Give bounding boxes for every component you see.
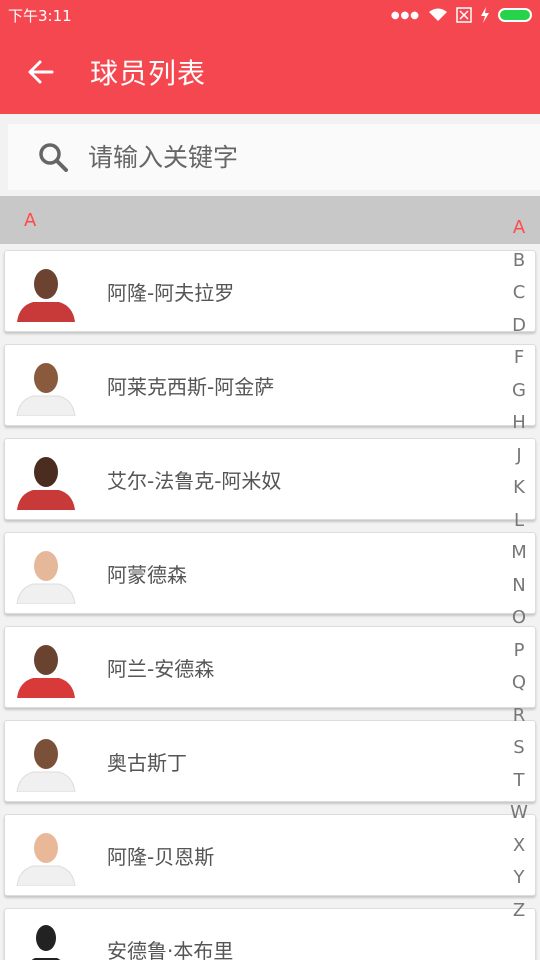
alphabet-letter-j[interactable]: J [516, 440, 521, 473]
search-icon [39, 143, 68, 172]
alphabet-letter-n[interactable]: N [512, 570, 525, 603]
alphabet-index[interactable]: ABCDFGHJKLMNOPQRSTWXYZ [506, 212, 532, 927]
status-bar: 下午3:11 ●●● [0, 0, 540, 30]
app-bar: 球员列表 [0, 30, 540, 114]
player-avatar [15, 918, 77, 960]
section-header: A [0, 196, 540, 244]
alphabet-letter-o[interactable]: O [512, 602, 526, 635]
list-item[interactable]: 阿隆-阿夫拉罗 [4, 250, 536, 332]
list-item[interactable]: 阿兰-安德森 [4, 626, 536, 708]
player-name: 阿莱克西斯-阿金萨 [107, 374, 275, 399]
player-photo-icon [15, 730, 77, 792]
sim-card-icon [456, 7, 472, 23]
player-avatar [15, 542, 77, 604]
alphabet-letter-g[interactable]: G [512, 375, 526, 408]
section-letter: A [24, 210, 37, 231]
alphabet-letter-a[interactable]: A [513, 212, 525, 245]
player-photo-icon [15, 448, 77, 510]
player-photo-icon [15, 542, 77, 604]
player-photo-icon [15, 824, 77, 886]
alphabet-letter-x[interactable]: X [513, 830, 525, 863]
list-item[interactable]: 阿隆-贝恩斯 [4, 814, 536, 896]
player-photo-icon [15, 636, 77, 698]
alphabet-letter-r[interactable]: R [513, 700, 526, 733]
player-name: 安德鲁·本布里 [107, 938, 234, 960]
wifi-icon [429, 8, 447, 21]
status-icons: ●●● [391, 7, 532, 23]
alphabet-letter-d[interactable]: D [512, 310, 526, 343]
arrow-left-icon [28, 60, 54, 84]
player-avatar [15, 730, 77, 792]
battery-icon [498, 8, 532, 22]
alphabet-letter-t[interactable]: T [514, 765, 525, 798]
alphabet-letter-c[interactable]: C [513, 277, 526, 310]
alphabet-letter-f[interactable]: F [514, 342, 524, 375]
page-title: 球员列表 [90, 57, 207, 90]
player-name: 阿隆-贝恩斯 [107, 844, 215, 869]
alphabet-letter-h[interactable]: H [512, 407, 526, 440]
alphabet-letter-s[interactable]: S [513, 732, 524, 765]
alphabet-letter-w[interactable]: W [510, 797, 528, 830]
player-avatar [15, 636, 77, 698]
search-input[interactable] [88, 142, 508, 172]
player-photo-icon [15, 354, 77, 416]
alphabet-letter-z[interactable]: Z [513, 895, 525, 928]
status-time: 下午3:11 [8, 6, 72, 25]
alphabet-letter-k[interactable]: K [513, 472, 525, 505]
player-name: 奥古斯丁 [107, 750, 187, 775]
list-item[interactable]: 阿莱克西斯-阿金萨 [4, 344, 536, 426]
signal-dots-icon: ●●● [390, 9, 420, 21]
alphabet-letter-q[interactable]: Q [512, 667, 526, 700]
list-item[interactable]: 安德鲁·本布里 [4, 908, 536, 960]
alphabet-letter-y[interactable]: Y [514, 862, 525, 895]
player-photo-icon [15, 918, 77, 960]
player-name: 阿隆-阿夫拉罗 [107, 280, 235, 305]
search-box[interactable] [8, 124, 540, 190]
player-avatar [15, 260, 77, 322]
alphabet-letter-l[interactable]: L [514, 505, 524, 538]
search-area [0, 114, 540, 196]
list-item[interactable]: 艾尔-法鲁克-阿米奴 [4, 438, 536, 520]
alphabet-letter-b[interactable]: B [513, 245, 525, 278]
player-list[interactable]: 阿隆-阿夫拉罗 阿莱克西斯-阿金萨 艾尔-法鲁克-阿米奴 阿蒙德森 阿兰-安德森… [0, 244, 540, 960]
alphabet-letter-p[interactable]: P [514, 635, 525, 668]
list-item[interactable]: 奥古斯丁 [4, 720, 536, 802]
player-avatar [15, 354, 77, 416]
charging-icon [481, 7, 489, 23]
player-avatar [15, 448, 77, 510]
back-button[interactable] [0, 30, 80, 114]
player-name: 阿蒙德森 [107, 562, 187, 587]
alphabet-letter-m[interactable]: M [511, 537, 527, 570]
player-name: 艾尔-法鲁克-阿米奴 [107, 468, 282, 493]
player-avatar [15, 824, 77, 886]
player-photo-icon [15, 260, 77, 322]
player-name: 阿兰-安德森 [107, 656, 215, 681]
list-item[interactable]: 阿蒙德森 [4, 532, 536, 614]
